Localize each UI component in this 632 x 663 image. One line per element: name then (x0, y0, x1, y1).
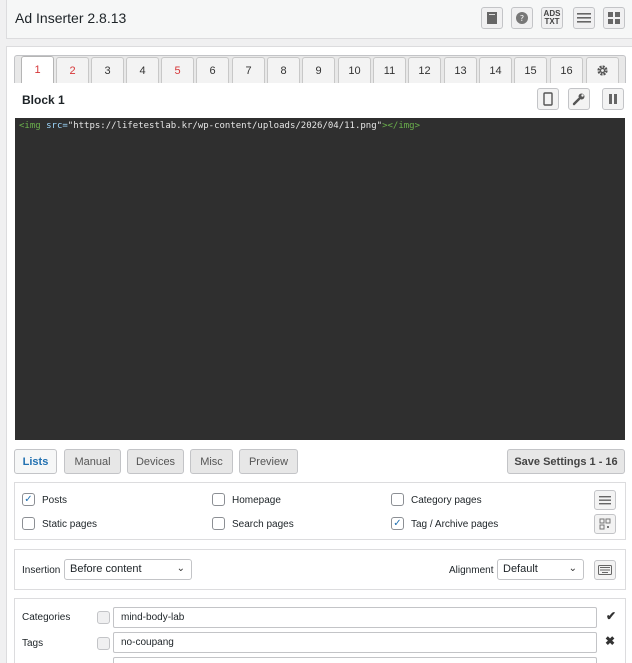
code-open-tag: <img (19, 121, 41, 131)
categories-input[interactable]: mind-body-lab (113, 607, 597, 628)
close-icon[interactable]: ✖ (605, 634, 615, 648)
wrench-icon[interactable] (568, 88, 590, 110)
manual-button[interactable]: Manual (64, 449, 121, 474)
device-icon[interactable] (537, 88, 559, 110)
tab-10[interactable]: 10 (338, 57, 371, 83)
code-attribute: src= (40, 121, 68, 131)
insertion-label: Insertion (22, 565, 61, 576)
alignment-select[interactable]: Default ⌄ (497, 559, 584, 580)
tab-6[interactable]: 6 (196, 57, 229, 83)
homepage-label: Homepage (232, 495, 281, 506)
static-pages-checkbox[interactable] (22, 517, 35, 530)
svg-text:?: ? (520, 14, 524, 23)
app-title: Ad Inserter 2.8.13 (15, 10, 127, 26)
keyboard-icon[interactable] (594, 560, 616, 580)
tab-12[interactable]: 12 (408, 57, 441, 83)
tab-9[interactable]: 9 (302, 57, 335, 83)
chevron-down-icon: ⌄ (568, 563, 577, 574)
category-pages-label: Category pages (411, 495, 482, 506)
next-filter-input[interactable] (113, 657, 597, 663)
tab-3[interactable]: 3 (91, 57, 124, 83)
categories-toggle[interactable] (97, 611, 110, 624)
pause-icon[interactable] (602, 88, 624, 110)
insertion-value: Before content (70, 563, 142, 575)
ad-inserter-window: Ad Inserter 2.8.13 ? ADS TXT 1 2 3 4 5 6… (0, 0, 632, 663)
list-toggle-icon[interactable] (594, 490, 616, 510)
block-title: Block 1 (22, 93, 65, 107)
list-icon[interactable] (573, 7, 595, 29)
tags-label: Tags (22, 638, 44, 649)
search-pages-label: Search pages (232, 519, 294, 530)
tab-5[interactable]: 5 (161, 57, 194, 83)
tab-15[interactable]: 15 (514, 57, 547, 83)
code-close-tag: ></img> (382, 121, 420, 131)
posts-checkbox[interactable]: ✓ (22, 493, 35, 506)
tab-settings[interactable] (586, 57, 619, 83)
search-pages-checkbox[interactable] (212, 517, 225, 530)
tags-input[interactable]: no-coupang (113, 632, 597, 653)
tab-7[interactable]: 7 (232, 57, 265, 83)
ads-txt-icon[interactable]: ADS TXT (541, 7, 563, 29)
static-pages-label: Static pages (42, 519, 98, 530)
tab-11[interactable]: 11 (373, 57, 406, 83)
tab-13[interactable]: 13 (444, 57, 477, 83)
tag-archive-checkbox[interactable]: ✓ (391, 517, 404, 530)
misc-button[interactable]: Misc (190, 449, 233, 474)
book-icon[interactable] (481, 7, 503, 29)
save-settings-button[interactable]: Save Settings 1 - 16 (507, 449, 625, 474)
alignment-value: Default (503, 563, 538, 575)
grid-icon[interactable] (603, 7, 625, 29)
qr-toggle-icon[interactable] (594, 514, 616, 534)
help-icon[interactable]: ? (511, 7, 533, 29)
lists-button[interactable]: Lists (14, 449, 57, 474)
chevron-down-icon: ⌄ (176, 563, 185, 574)
alignment-label: Alignment (449, 565, 494, 576)
tab-4[interactable]: 4 (126, 57, 159, 83)
tags-toggle[interactable] (97, 637, 110, 650)
plugin-header: Ad Inserter 2.8.13 (6, 0, 632, 39)
homepage-checkbox[interactable] (212, 493, 225, 506)
gear-icon (597, 65, 608, 76)
check-icon[interactable]: ✔ (606, 609, 616, 623)
code-editor[interactable]: <img src="https://lifetestlab.kr/wp-cont… (15, 118, 625, 440)
category-pages-checkbox[interactable] (391, 493, 404, 506)
code-value: "https://lifetestlab.kr/wp-content/uploa… (67, 121, 383, 131)
devices-button[interactable]: Devices (127, 449, 184, 474)
posts-label: Posts (42, 495, 68, 506)
tab-14[interactable]: 14 (479, 57, 512, 83)
page-types-box (14, 482, 626, 540)
tab-1[interactable]: 1 (21, 56, 54, 83)
tab-2[interactable]: 2 (56, 57, 89, 83)
preview-button[interactable]: Preview (239, 449, 298, 474)
insertion-select[interactable]: Before content ⌄ (64, 559, 192, 580)
categories-label: Categories (22, 612, 71, 623)
tab-8[interactable]: 8 (267, 57, 300, 83)
tag-archive-label: Tag / Archive pages (411, 519, 499, 530)
tab-16[interactable]: 16 (550, 57, 583, 83)
